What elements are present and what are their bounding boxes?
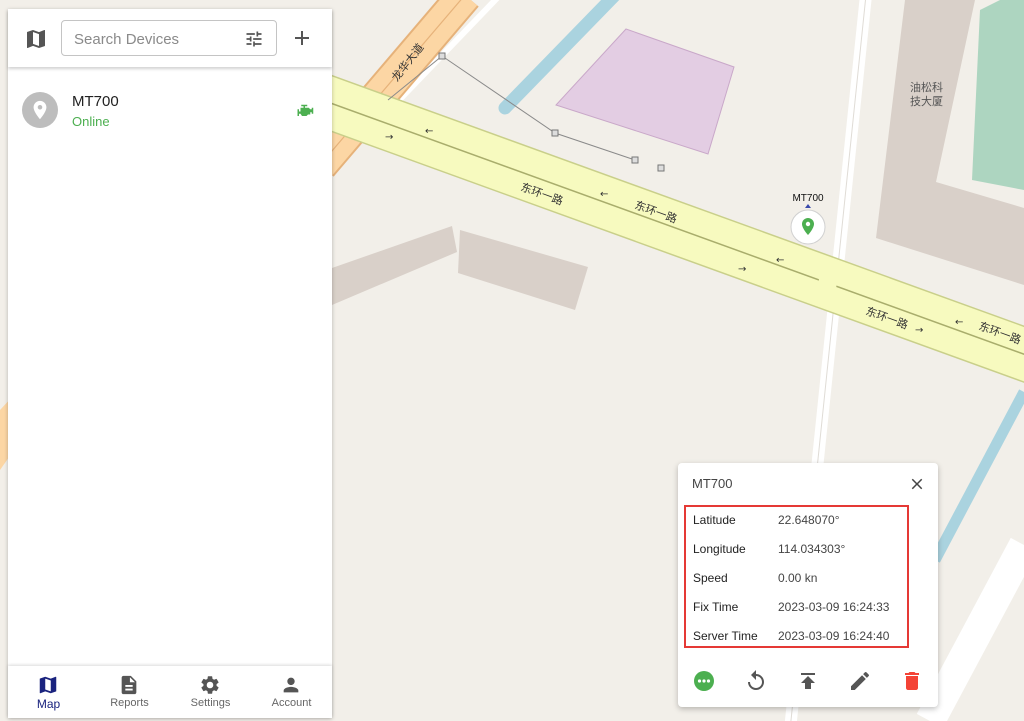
card-actions bbox=[678, 661, 938, 701]
detail-value: 0.00 kn bbox=[778, 571, 818, 585]
detail-key: Speed bbox=[693, 571, 728, 585]
search-field bbox=[61, 20, 277, 57]
device-marker[interactable]: MT700 bbox=[790, 193, 826, 245]
svg-text:→: → bbox=[915, 325, 923, 336]
toolbar bbox=[8, 9, 332, 67]
nav-label: Settings bbox=[190, 697, 231, 709]
detail-value: 2023-03-09 16:24:33 bbox=[778, 600, 890, 614]
search-input[interactable] bbox=[72, 21, 236, 57]
device-status-card: MT700 Latitude 22.648070° Longitude 114.… bbox=[678, 463, 938, 707]
device-name: MT700 bbox=[72, 93, 119, 110]
nav-settings[interactable]: Settings bbox=[170, 666, 251, 718]
position-details: Latitude 22.648070° Longitude 114.034303… bbox=[684, 505, 909, 648]
detail-key: Longitude bbox=[693, 542, 746, 556]
svg-text:→: → bbox=[385, 132, 393, 143]
nav-account[interactable]: Account bbox=[251, 666, 332, 718]
gear-icon bbox=[201, 676, 219, 694]
building-label: 技大厦 bbox=[910, 94, 943, 108]
replay-icon[interactable] bbox=[744, 669, 768, 693]
building-label: 油松科 bbox=[910, 80, 943, 94]
nav-label: Map bbox=[36, 697, 61, 711]
detail-value: 22.648070° bbox=[778, 513, 840, 527]
tune-icon[interactable] bbox=[244, 29, 264, 49]
card-title: MT700 bbox=[692, 476, 733, 491]
device-panel: MT700 Online Map Reports Settings bbox=[8, 9, 332, 718]
detail-row: Server Time 2023-03-09 16:24:40 bbox=[693, 629, 913, 649]
detail-key: Fix Time bbox=[693, 600, 739, 614]
detail-value: 114.034303° bbox=[778, 542, 846, 556]
close-icon[interactable] bbox=[908, 475, 926, 493]
nav-label: Account bbox=[271, 697, 312, 709]
map-icon[interactable] bbox=[24, 27, 48, 51]
detail-row: Fix Time 2023-03-09 16:24:33 bbox=[693, 600, 913, 620]
delete-icon[interactable] bbox=[900, 669, 924, 693]
nav-map[interactable]: Map bbox=[8, 666, 89, 718]
person-icon bbox=[283, 677, 299, 693]
nav-label: Reports bbox=[110, 697, 149, 709]
park-area bbox=[972, 0, 1024, 190]
detail-row: Speed 0.00 kn bbox=[693, 571, 913, 591]
detail-key: Latitude bbox=[693, 513, 736, 527]
detail-value: 2023-03-09 16:24:40 bbox=[778, 629, 890, 643]
svg-text:←: ← bbox=[425, 126, 433, 137]
device-status: Online bbox=[72, 114, 110, 129]
detail-row: Latitude 22.648070° bbox=[693, 513, 913, 533]
nav-reports[interactable]: Reports bbox=[89, 666, 170, 718]
svg-text:←: ← bbox=[776, 255, 784, 266]
svg-text:→: → bbox=[738, 264, 746, 275]
avatar bbox=[22, 92, 58, 128]
marker-label: MT700 bbox=[792, 193, 824, 204]
upload-icon[interactable] bbox=[796, 669, 820, 693]
bottom-navigation: Map Reports Settings Account bbox=[8, 666, 332, 718]
svg-text:←: ← bbox=[955, 317, 963, 328]
engine-icon bbox=[297, 104, 314, 116]
description-icon bbox=[121, 675, 137, 695]
svg-text:←: ← bbox=[600, 189, 608, 200]
location-pin-icon bbox=[33, 100, 47, 120]
edit-icon[interactable] bbox=[848, 669, 872, 693]
more-icon[interactable] bbox=[692, 669, 716, 693]
map-icon bbox=[39, 676, 57, 694]
detail-key: Server Time bbox=[693, 629, 758, 643]
plus-icon[interactable] bbox=[290, 26, 314, 50]
list-item[interactable]: MT700 Online bbox=[8, 81, 332, 139]
detail-row: Longitude 114.034303° bbox=[693, 542, 913, 562]
